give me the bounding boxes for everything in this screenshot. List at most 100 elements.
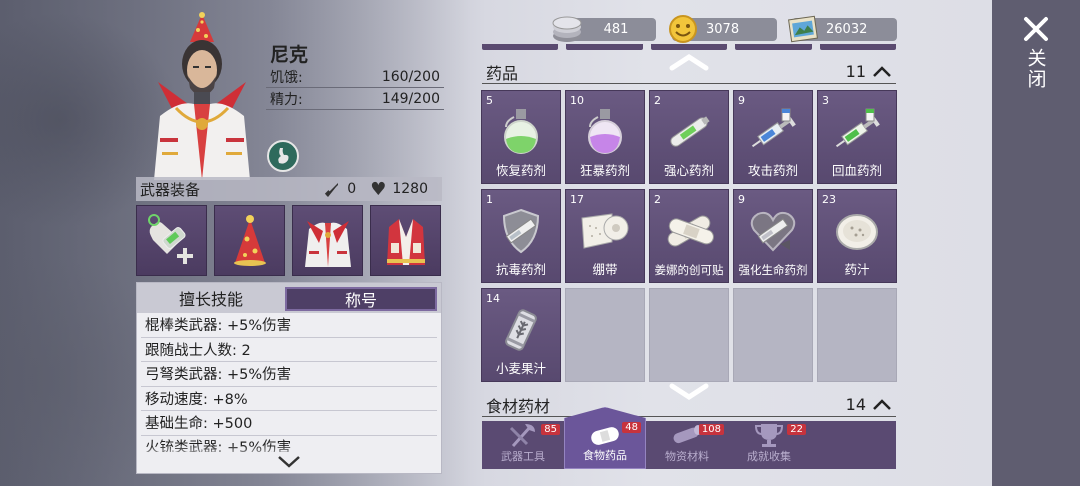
- item-qty: 10: [570, 94, 584, 107]
- empty-slot: [649, 288, 729, 382]
- inventory-item[interactable]: 5 恢复药剂: [481, 90, 561, 184]
- section-ingredients[interactable]: 食材药材 14: [482, 393, 896, 417]
- heart-icon: ♥: [370, 178, 387, 200]
- equipment-bar: 武器装备 0 ♥ 1280: [136, 177, 442, 201]
- bandage-roll-icon: [581, 213, 629, 249]
- sword-icon: [325, 183, 339, 197]
- item-label: 抗毒药剂: [495, 262, 546, 277]
- currency-smiley: 3078: [669, 15, 777, 43]
- equip-slot-red-vest[interactable]: [370, 205, 441, 276]
- item-qty: 2: [654, 94, 661, 107]
- item-qty: 14: [486, 292, 500, 305]
- heart-syringe-icon: [750, 211, 796, 252]
- inventory-item[interactable]: 9 攻击药剂: [733, 90, 813, 184]
- equipment-title: 武器装备: [140, 180, 201, 199]
- tab-materials[interactable]: 108 物资材料: [646, 421, 728, 469]
- section-medicine[interactable]: 药品 11: [482, 60, 896, 84]
- empty-slot: [733, 288, 813, 382]
- item-label: 攻击药剂: [747, 163, 798, 178]
- item-qty: 9: [738, 94, 745, 107]
- inventory-item[interactable]: 1 抗毒药剂: [481, 189, 561, 283]
- tab-skills[interactable]: 擅长技能: [137, 283, 285, 313]
- list-item: 移动速度: +8%: [141, 387, 437, 411]
- tab-badge: 48: [622, 422, 641, 433]
- stomach-icon[interactable]: [267, 140, 299, 172]
- category-tabbar: 85 武器工具 48 食物药品 108 物资材料 22 成就收集: [482, 407, 896, 469]
- skill-tabs: 擅长技能 称号: [137, 283, 441, 313]
- currency-photo: 26032: [788, 15, 897, 43]
- photo-ticket-icon: [788, 15, 818, 43]
- health-value: 1280: [392, 181, 428, 197]
- herb-bowl-icon: [836, 214, 878, 250]
- chevron-down-icon[interactable]: [276, 455, 302, 469]
- item-qty: 23: [822, 193, 836, 206]
- item-label: 绷带: [592, 262, 618, 277]
- tab-weapons-tools[interactable]: 85 武器工具: [482, 421, 564, 469]
- green-pen-injector-icon: [670, 116, 710, 147]
- tab-badge: 85: [541, 424, 560, 435]
- skills-panel: 擅长技能 称号 棍棒类武器: +5%伤害 跟随战士人数: 2 弓弩类武器: +5…: [136, 282, 442, 474]
- energy-label: 精力:: [270, 91, 303, 108]
- close-panel[interactable]: 关闭: [992, 0, 1080, 486]
- blue-syringe-icon: [751, 108, 796, 148]
- item-qty: 3: [822, 94, 829, 107]
- list-item: 棍棒类武器: +5%伤害: [141, 313, 437, 338]
- energy-value: 149/200: [381, 90, 440, 107]
- inventory-item[interactable]: 9 强化生命药剂: [733, 189, 813, 283]
- adhesive-bandage-icon: [667, 215, 714, 247]
- tab-label: 食物药品: [583, 449, 627, 462]
- item-label: 恢复药剂: [495, 163, 546, 178]
- tab-achievements[interactable]: 22 成就收集: [728, 421, 810, 469]
- close-icon[interactable]: [1023, 16, 1049, 42]
- skill-list[interactable]: 棍棒类武器: +5%伤害 跟随战士人数: 2 弓弩类武器: +5%伤害 移动速度…: [137, 313, 441, 452]
- tab-label: 成就收集: [747, 450, 791, 463]
- item-label: 强化生命药剂: [738, 263, 808, 277]
- section-count: 11: [845, 62, 866, 81]
- inventory-item[interactable]: 23 药汁: [817, 189, 897, 283]
- inventory-item[interactable]: 17 绷带: [565, 189, 645, 283]
- equip-slot-heal-syringe[interactable]: [136, 205, 207, 276]
- purple-potion-icon: [588, 109, 622, 154]
- equip-slot-party-hat[interactable]: [214, 205, 285, 276]
- tab-food-medicine[interactable]: 48 食物药品: [564, 407, 646, 469]
- currency-coins: 481: [552, 16, 656, 42]
- axe-tools-icon: [509, 424, 535, 448]
- wheat-can-icon: [505, 309, 537, 351]
- tab-badge: 22: [787, 424, 806, 435]
- inventory-item[interactable]: 2 姜娜的创可贴: [649, 189, 729, 283]
- equip-slot-white-jacket[interactable]: [292, 205, 363, 276]
- shield-syringe-icon: [502, 208, 540, 254]
- section-title: 药品: [486, 63, 519, 83]
- tab-label: 物资材料: [665, 450, 709, 463]
- item-qty: 2: [654, 193, 661, 206]
- trophy-icon: [754, 424, 784, 447]
- item-qty: 17: [570, 193, 584, 206]
- tab-titles[interactable]: 称号: [285, 287, 437, 311]
- chevron-up-icon[interactable]: [872, 398, 892, 411]
- empty-slot: [565, 288, 645, 382]
- inventory-item[interactable]: 10 狂暴药剂: [565, 90, 645, 184]
- green-syringe-icon: [835, 108, 880, 148]
- inventory-item[interactable]: 14 小麦果汁: [481, 288, 561, 382]
- section-title: 食材药材: [486, 396, 551, 416]
- item-label: 狂暴药剂: [579, 163, 630, 178]
- item-qty: 9: [738, 193, 745, 206]
- hunger-label: 饥饿:: [270, 69, 303, 86]
- item-label: 姜娜的创可贴: [654, 263, 724, 277]
- item-label: 强心药剂: [663, 163, 714, 178]
- energy-stat: 精力: 149/200: [266, 88, 444, 110]
- chevron-up-icon[interactable]: [872, 65, 892, 78]
- character-name: 尼克: [270, 44, 309, 66]
- equipment-slots: [136, 205, 441, 276]
- inventory-item[interactable]: 2 强心药剂: [649, 90, 729, 184]
- food-medicine-icon: [591, 427, 619, 445]
- previous-row-edge: [482, 44, 897, 50]
- item-qty: 5: [486, 94, 493, 107]
- tab-badge: 108: [698, 424, 724, 435]
- character-portrait: [154, 12, 250, 180]
- inventory-item[interactable]: 3 回血药剂: [817, 90, 897, 184]
- list-item: 基础生命: +500: [141, 411, 437, 436]
- hunger-stat: 饥饿: 160/200: [266, 66, 444, 88]
- smiley-coin-icon: [669, 15, 697, 43]
- close-label[interactable]: 关闭: [1023, 48, 1050, 90]
